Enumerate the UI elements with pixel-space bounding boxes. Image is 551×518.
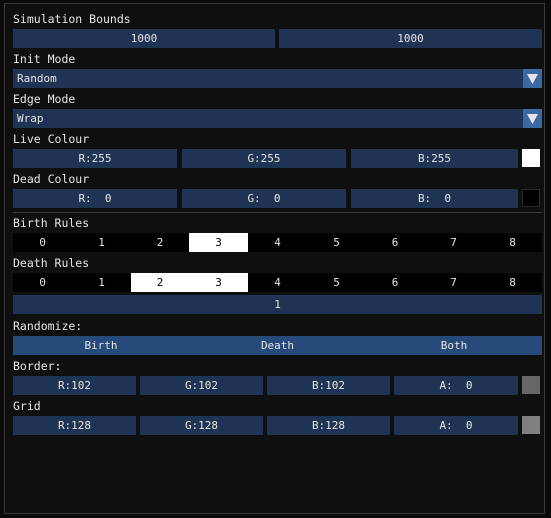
- dead-colour-label: Dead Colour: [13, 172, 90, 186]
- birth-rule-cell[interactable]: 8: [483, 233, 542, 252]
- grid-r-field[interactable]: R:128: [13, 416, 136, 435]
- death-rule-cell[interactable]: 7: [424, 273, 483, 292]
- dead-colour-r-field[interactable]: R: 0: [13, 189, 177, 208]
- death-rule-cell[interactable]: 2: [131, 273, 189, 292]
- death-rule-cell[interactable]: 0: [13, 273, 72, 292]
- birth-rule-cell[interactable]: 6: [366, 233, 424, 252]
- border-r-field[interactable]: R:102: [13, 376, 136, 395]
- dead-colour-g-field[interactable]: G: 0: [182, 189, 346, 208]
- border-g-field[interactable]: G:102: [140, 376, 263, 395]
- randomize-birth-button[interactable]: Birth: [13, 336, 189, 355]
- grid-b-field[interactable]: B:128: [267, 416, 390, 435]
- init-mode-value: Random: [17, 72, 57, 85]
- birth-rule-cell[interactable]: 1: [72, 233, 131, 252]
- death-rule-cell[interactable]: 6: [366, 273, 424, 292]
- death-rule-cell[interactable]: 5: [307, 273, 366, 292]
- border-a-field[interactable]: A: 0: [394, 376, 518, 395]
- bounds-width-field[interactable]: 1000: [13, 29, 275, 48]
- dead-colour-b-field[interactable]: B: 0: [351, 189, 518, 208]
- birth-rule-cell[interactable]: 7: [424, 233, 483, 252]
- grid-swatch[interactable]: [522, 416, 540, 434]
- birth-rules-label: Birth Rules: [13, 216, 90, 230]
- death-rule-cell[interactable]: 8: [483, 273, 542, 292]
- birth-rule-cell[interactable]: 0: [13, 233, 72, 252]
- death-rule-cell[interactable]: 4: [248, 273, 307, 292]
- init-mode-label: Init Mode: [13, 52, 76, 66]
- edge-mode-label: Edge Mode: [13, 92, 76, 106]
- dead-colour-swatch[interactable]: [522, 189, 540, 207]
- grid-label: Grid: [13, 399, 41, 413]
- birth-rule-cell[interactable]: 2: [131, 233, 189, 252]
- border-label: Border:: [13, 359, 62, 373]
- simulation-bounds-label: Simulation Bounds: [13, 12, 131, 26]
- grid-g-field[interactable]: G:128: [140, 416, 263, 435]
- border-swatch[interactable]: [522, 376, 540, 394]
- triangle-down-icon[interactable]: [523, 109, 542, 128]
- birth-rule-cell[interactable]: 5: [307, 233, 366, 252]
- live-colour-label: Live Colour: [13, 132, 90, 146]
- separator: [13, 212, 542, 213]
- live-colour-swatch[interactable]: [522, 149, 540, 167]
- randomize-label: Randomize:: [13, 319, 83, 333]
- live-colour-r-field[interactable]: R:255: [13, 149, 177, 168]
- death-rule-cell[interactable]: 3: [189, 273, 248, 292]
- live-colour-g-field[interactable]: G:255: [182, 149, 346, 168]
- bounds-height-field[interactable]: 1000: [279, 29, 542, 48]
- settings-window: Simulation Bounds 1000 1000 Init Mode Ra…: [4, 3, 545, 514]
- death-rules-label: Death Rules: [13, 256, 90, 270]
- border-b-field[interactable]: B:102: [267, 376, 390, 395]
- edge-mode-value: Wrap: [17, 112, 44, 125]
- triangle-down-icon[interactable]: [523, 69, 542, 88]
- randomize-both-button[interactable]: Both: [366, 336, 542, 355]
- edge-mode-combo[interactable]: Wrap: [13, 109, 542, 128]
- birth-rule-cell[interactable]: 4: [248, 233, 307, 252]
- grid-a-field[interactable]: A: 0: [394, 416, 518, 435]
- init-mode-combo[interactable]: Random: [13, 69, 542, 88]
- randomize-death-button[interactable]: Death: [189, 336, 366, 355]
- live-colour-b-field[interactable]: B:255: [351, 149, 518, 168]
- value-slider[interactable]: 1: [13, 295, 542, 314]
- death-rule-cell[interactable]: 1: [72, 273, 131, 292]
- birth-rule-cell[interactable]: 3: [189, 233, 248, 252]
